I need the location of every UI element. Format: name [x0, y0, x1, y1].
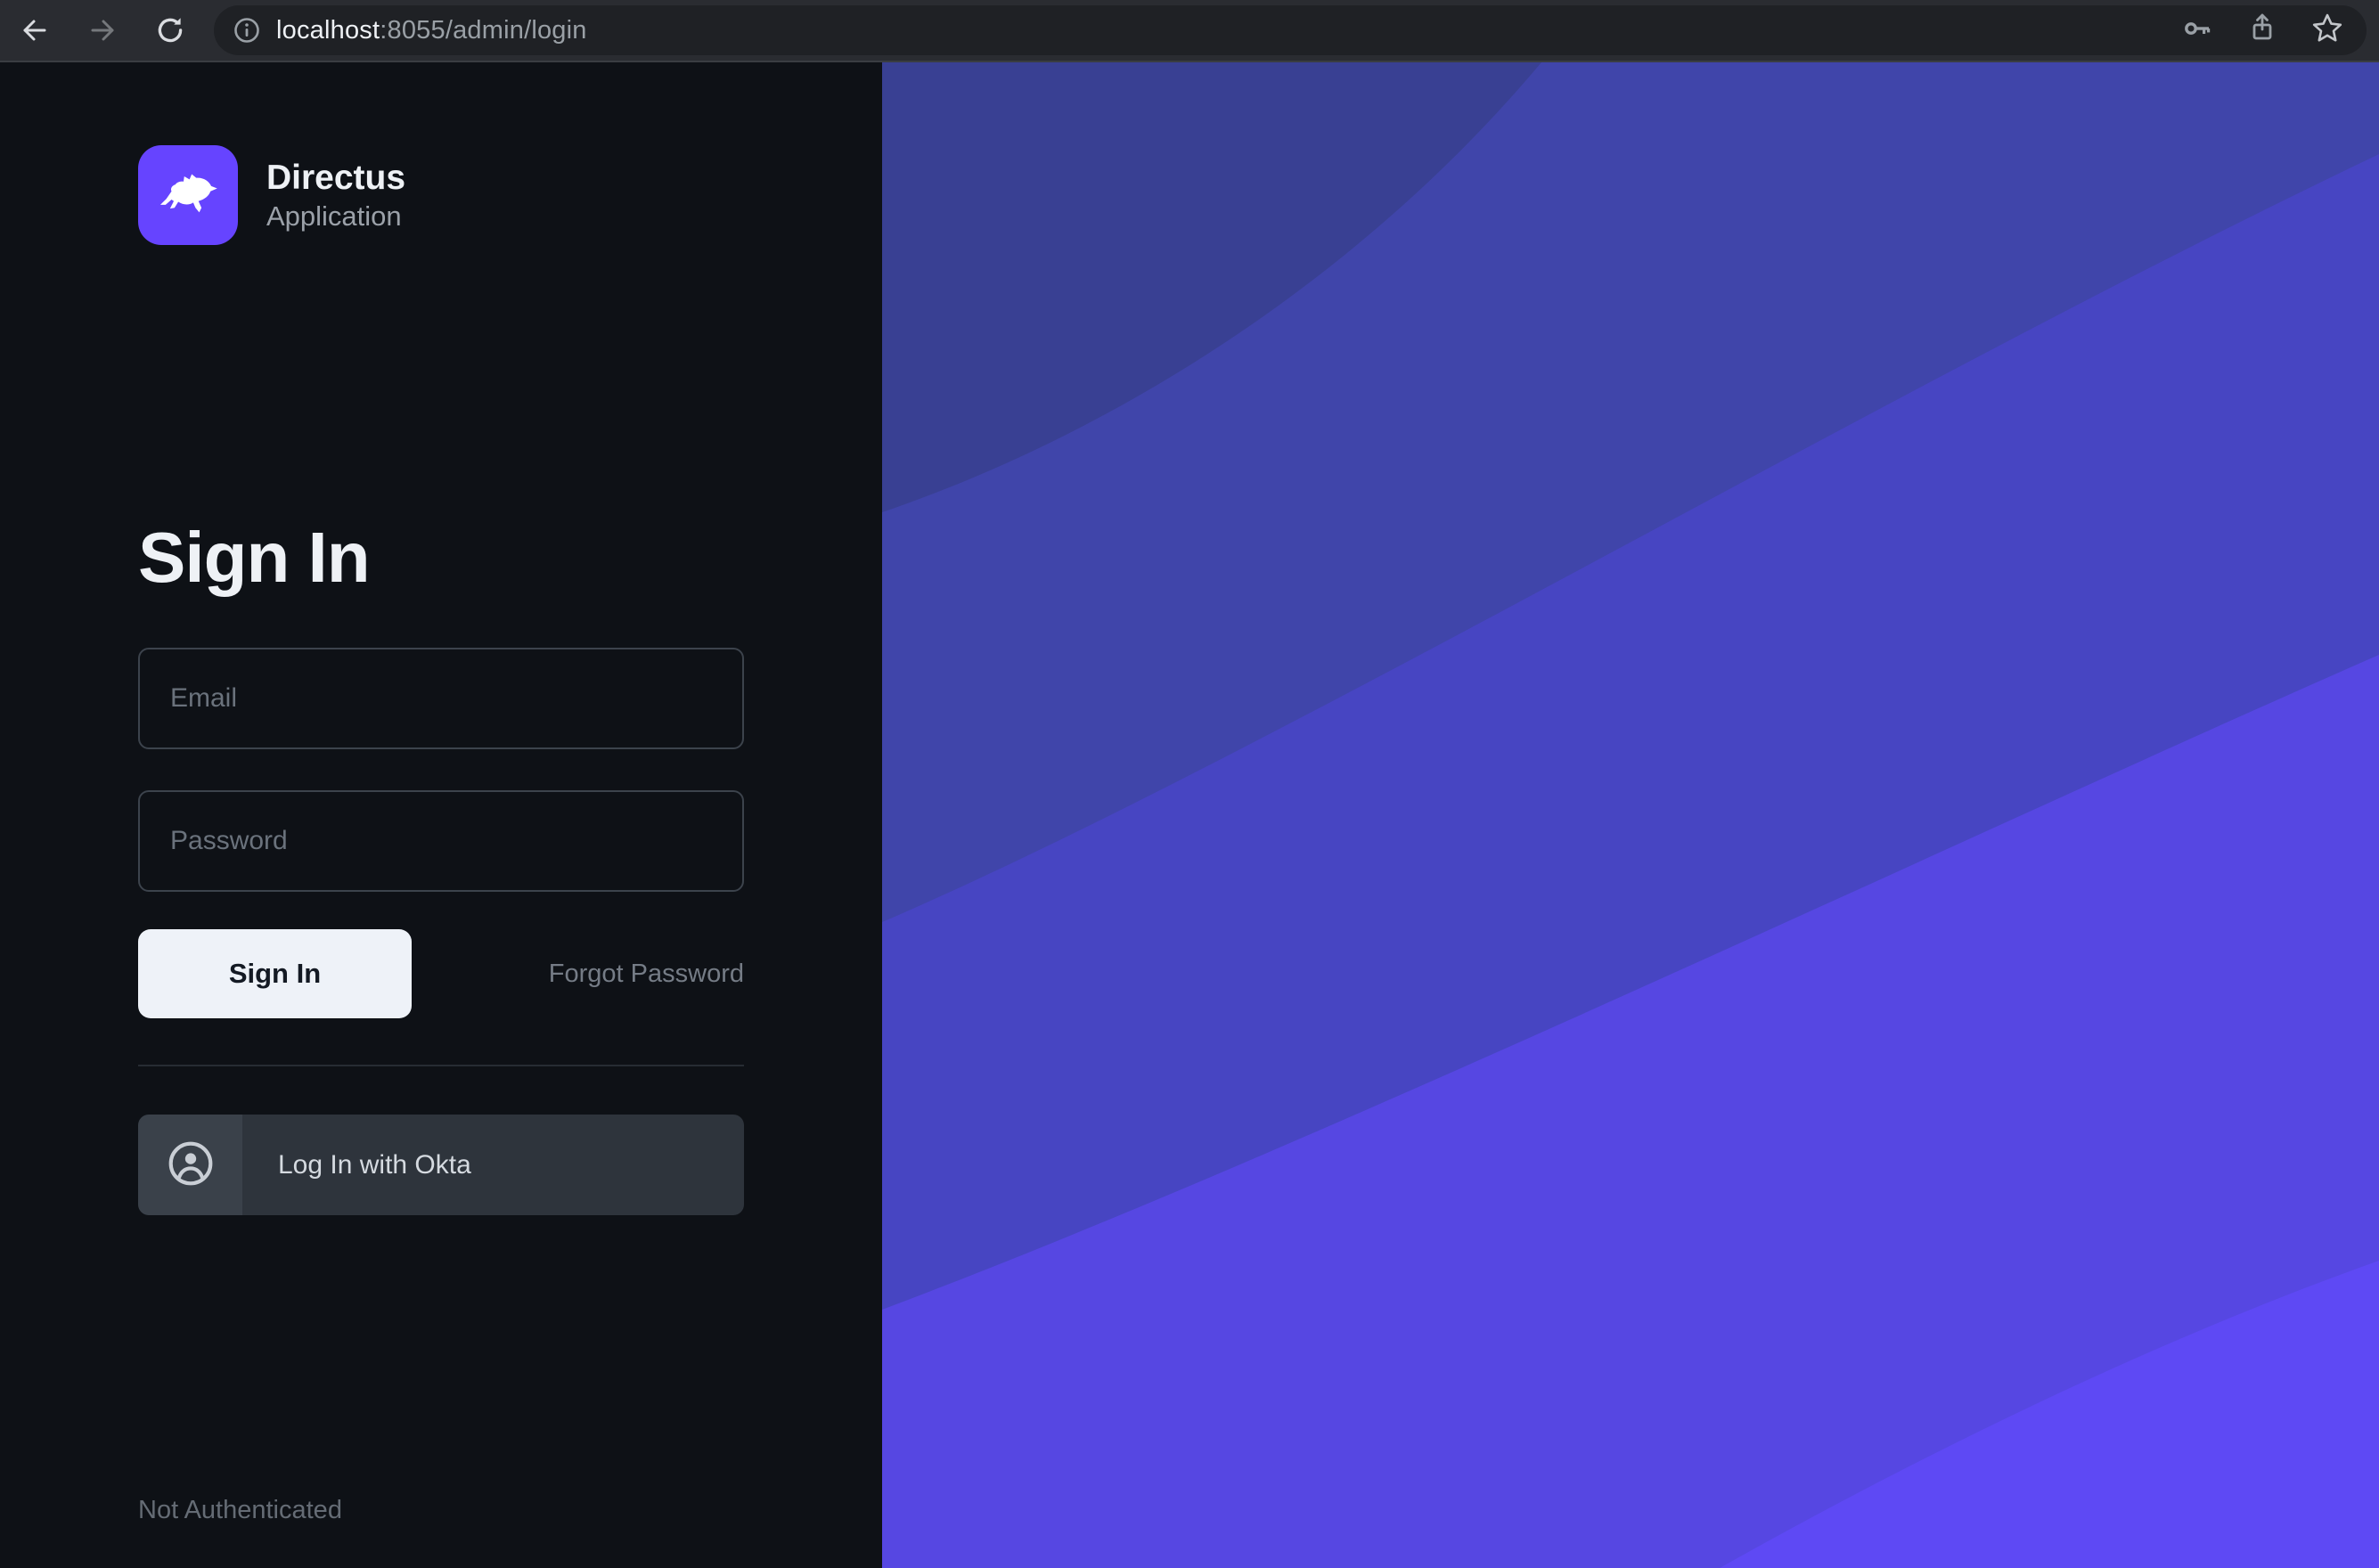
sign-in-button[interactable]: Sign In [138, 929, 412, 1018]
forward-icon [86, 14, 119, 46]
okta-login-button[interactable]: Log In with Okta [138, 1115, 744, 1215]
login-page: Directus Application Sign In Sign In For… [0, 62, 2379, 1568]
account-circle-icon [165, 1138, 217, 1192]
brand-subtitle: Application [266, 202, 405, 230]
okta-login-label: Log In with Okta [278, 1150, 471, 1180]
browser-toolbar: localhost:8055/admin/login [0, 0, 2379, 62]
address-bar[interactable]: localhost:8055/admin/login [214, 5, 2367, 55]
brand-header: Directus Application [138, 145, 405, 245]
auth-status: Not Authenticated [138, 1496, 342, 1525]
browser-nav-buttons [0, 10, 214, 51]
address-bar-actions [2181, 11, 2345, 51]
password-field[interactable] [138, 790, 744, 892]
reload-icon [153, 13, 187, 47]
divider [138, 1065, 744, 1066]
url-path: :8055/admin/login [380, 16, 586, 45]
email-field[interactable] [138, 648, 744, 749]
url-text: localhost:8055/admin/login [276, 16, 587, 45]
directus-rabbit-logo [138, 145, 238, 245]
forgot-password-link[interactable]: Forgot Password [549, 960, 744, 989]
brand-title: Directus [266, 160, 405, 195]
aurora-bands-graphic [882, 62, 2379, 1568]
share-icon[interactable] [2245, 12, 2279, 50]
login-panel: Directus Application Sign In Sign In For… [0, 62, 882, 1568]
decorative-art-panel [882, 62, 2379, 1568]
reload-button[interactable] [150, 10, 191, 51]
url-host: localhost [276, 16, 380, 45]
back-icon [19, 14, 51, 46]
okta-icon-cell [138, 1115, 242, 1215]
bookmark-star-icon[interactable] [2310, 11, 2345, 51]
action-row: Sign In Forgot Password [138, 929, 744, 1018]
page-title: Sign In [138, 522, 370, 593]
back-button[interactable] [14, 10, 55, 51]
key-icon[interactable] [2181, 12, 2215, 50]
forward-button[interactable] [82, 10, 123, 51]
site-info-icon[interactable] [232, 15, 262, 45]
brand-text: Directus Application [266, 160, 405, 230]
